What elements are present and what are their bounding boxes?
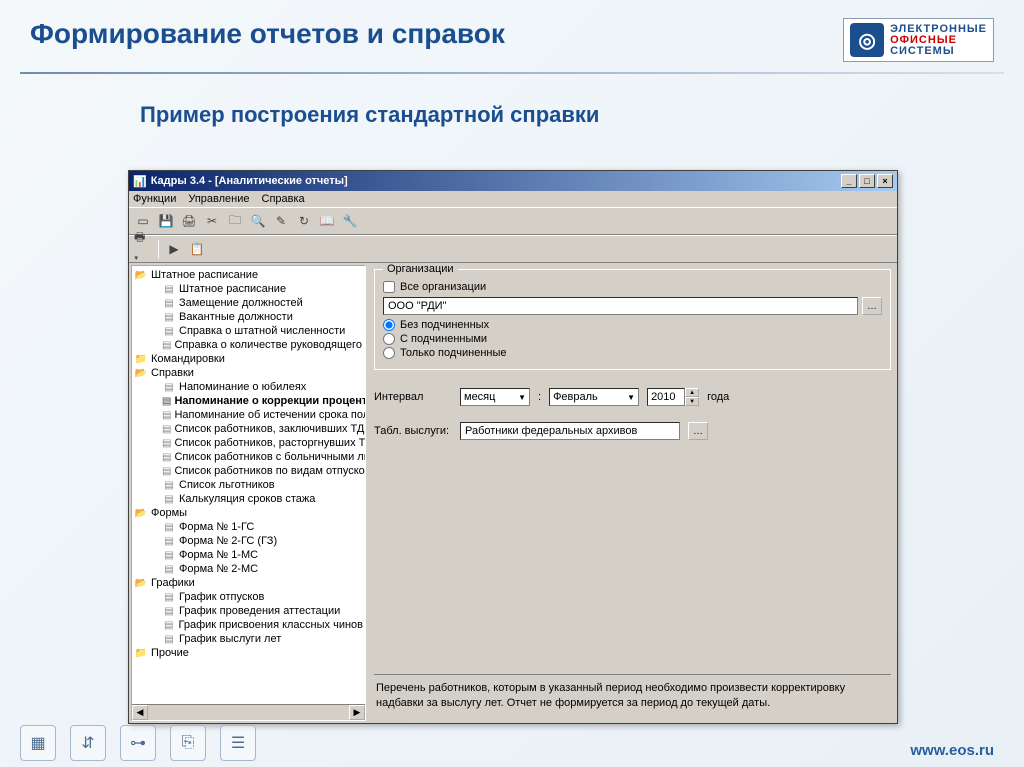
tree-item[interactable]: ▤Форма № 2-ГС (ГЗ) — [134, 534, 363, 548]
toolbar-main: ▭ 💾 🖨 ✂ 🗀 🔍 ✎ ↻ 📖 🔧 — [129, 207, 897, 235]
colon: : — [538, 391, 541, 403]
spin-down-icon[interactable]: ▼ — [685, 397, 699, 406]
month-select[interactable]: Февраль▼ — [549, 388, 639, 406]
logo-line2: ОФИСНЫЕ — [890, 35, 987, 46]
maximize-button[interactable]: □ — [859, 174, 875, 188]
tree-folder-forms[interactable]: 📂Формы — [134, 506, 363, 520]
tb-printer-icon[interactable]: 🖶 ▾ — [133, 239, 153, 259]
tb-run-icon[interactable]: ▶ — [164, 239, 184, 259]
tb-cut-icon[interactable]: ✂ — [202, 211, 222, 231]
organizations-group: Организации Все организации ООО "РДИ" … … — [374, 269, 891, 370]
scroll-left-icon[interactable]: ◀ — [132, 705, 148, 720]
tree-item[interactable]: ▤Калькуляция сроков стажа — [134, 492, 363, 506]
footer-icon-3: ⊶ — [120, 725, 156, 761]
tree-item[interactable]: ▤Форма № 2-МС — [134, 562, 363, 576]
tree-item[interactable]: ▤Список работников с больничными листа — [134, 450, 363, 464]
tb-folder-icon[interactable]: 🗀 — [225, 211, 245, 231]
header-divider — [20, 72, 1004, 74]
footer-icons: ▦ ⇵ ⊶ ⎘ ☰ — [20, 725, 256, 761]
footer-icon-2: ⇵ — [70, 725, 106, 761]
report-description: Перечень работников, которым в указанный… — [374, 674, 891, 717]
footer-icon-4: ⎘ — [170, 725, 206, 761]
radio-with-sub[interactable] — [383, 333, 395, 345]
tb-save-icon[interactable]: 💾 — [156, 211, 176, 231]
org-browse-button[interactable]: … — [862, 297, 882, 315]
tree-item[interactable]: ▤Список работников, заключивших ТД — [134, 422, 363, 436]
tb-refresh-icon[interactable]: ↻ — [294, 211, 314, 231]
tree-item[interactable]: ▤Штатное расписание — [134, 282, 363, 296]
tree-folder-charts[interactable]: 📂Графики — [134, 576, 363, 590]
footer-url: www.eos.ru — [910, 742, 994, 759]
tree-item[interactable]: ▤Список работников, расторгнувших ТД — [134, 436, 363, 450]
tb-tool-icon[interactable]: 🔧 — [340, 211, 360, 231]
tree-item[interactable]: ▤Список льготников — [134, 478, 363, 492]
footer-icon-5: ☰ — [220, 725, 256, 761]
app-window: 📊 Кадры 3.4 - [Аналитические отчеты] _ □… — [128, 170, 898, 724]
logo-line1: ЭЛЕКТРОННЫЕ — [890, 24, 987, 35]
tb-copy-icon[interactable]: 📋 — [187, 239, 207, 259]
menu-manage[interactable]: Управление — [188, 193, 249, 205]
tree-item-selected[interactable]: ▤Напоминание о коррекции процента — [134, 394, 363, 408]
tree-item[interactable]: ▤Форма № 1-МС — [134, 548, 363, 562]
menu-help[interactable]: Справка — [262, 193, 305, 205]
close-button[interactable]: × — [877, 174, 893, 188]
toolbar-secondary: 🖶 ▾ ▶ 📋 — [129, 235, 897, 263]
report-tree[interactable]: 📂Штатное расписание ▤Штатное расписание … — [131, 265, 366, 721]
all-orgs-label: Все организации — [400, 281, 486, 293]
tree-folder-other[interactable]: 📁Прочие — [134, 646, 363, 660]
tree-item[interactable]: ▤График проведения аттестации — [134, 604, 363, 618]
group-title: Организации — [383, 263, 458, 275]
toolbar-separator — [158, 240, 159, 258]
tree-item[interactable]: ▤График выслуги лет — [134, 632, 363, 646]
brand-logo: ◎ ЭЛЕКТРОННЫЕ ОФИСНЫЕ СИСТЕМЫ — [843, 18, 994, 62]
tree-item[interactable]: ▤График отпусков — [134, 590, 363, 604]
parameters-panel: Организации Все организации ООО "РДИ" … … — [368, 263, 897, 723]
tb-edit-icon[interactable]: ✎ — [271, 211, 291, 231]
slide-subtitle: Пример построения стандартной справки — [140, 102, 1024, 128]
menubar: Функции Управление Справка — [129, 191, 897, 207]
year-suffix: года — [707, 391, 729, 403]
year-spinner[interactable]: 2010 ▲▼ — [647, 388, 699, 406]
minimize-button[interactable]: _ — [841, 174, 857, 188]
tree-item[interactable]: ▤График присвоения классных чинов — [134, 618, 363, 632]
tree-item[interactable]: ▤Справка о количестве руководящего сос — [134, 338, 363, 352]
interval-label: Интервал — [374, 391, 452, 403]
logo-line3: СИСТЕМЫ — [890, 46, 987, 57]
tree-hscrollbar[interactable]: ◀ ▶ — [132, 704, 365, 720]
tree-item[interactable]: ▤Вакантные должности — [134, 310, 363, 324]
tree-folder-staffing[interactable]: 📂Штатное расписание — [134, 268, 363, 282]
tb-print-icon[interactable]: 🖨 — [179, 211, 199, 231]
tree-folder-trips[interactable]: 📁Командировки — [134, 352, 363, 366]
slide-title: Формирование отчетов и справок — [30, 18, 505, 50]
radio-only-label: Только подчиненные — [400, 347, 507, 359]
tree-folder-refs[interactable]: 📂Справки — [134, 366, 363, 380]
tb-book-icon[interactable]: 📖 — [317, 211, 337, 231]
radio-only-sub[interactable] — [383, 347, 395, 359]
menu-functions[interactable]: Функции — [133, 193, 176, 205]
scroll-right-icon[interactable]: ▶ — [349, 705, 365, 720]
logo-icon: ◎ — [850, 23, 884, 57]
tree-item[interactable]: ▤Справка о штатной численности — [134, 324, 363, 338]
tree-item[interactable]: ▤Замещение должностей — [134, 296, 363, 310]
org-input[interactable]: ООО "РДИ" — [383, 297, 858, 315]
interval-unit-select[interactable]: месяц▼ — [460, 388, 530, 406]
seniority-table-input[interactable]: Работники федеральных архивов — [460, 422, 680, 440]
table-label: Табл. выслуги: — [374, 425, 452, 437]
table-browse-button[interactable]: … — [688, 422, 708, 440]
tb-search-icon[interactable]: 🔍 — [248, 211, 268, 231]
window-title: Кадры 3.4 - [Аналитические отчеты] — [151, 175, 348, 187]
tree-item[interactable]: ▤Напоминание об истечении срока полном — [134, 408, 363, 422]
footer-icon-1: ▦ — [20, 725, 56, 761]
tree-item[interactable]: ▤Напоминание о юбилеях — [134, 380, 363, 394]
app-icon: 📊 — [133, 175, 147, 188]
all-orgs-checkbox[interactable] — [383, 281, 395, 293]
tree-item[interactable]: ▤Список работников по видам отпусков — [134, 464, 363, 478]
radio-with-label: С подчиненными — [400, 333, 487, 345]
radio-without-sub[interactable] — [383, 319, 395, 331]
titlebar[interactable]: 📊 Кадры 3.4 - [Аналитические отчеты] _ □… — [129, 171, 897, 191]
tree-item[interactable]: ▤Форма № 1-ГС — [134, 520, 363, 534]
spin-up-icon[interactable]: ▲ — [685, 388, 699, 397]
radio-without-label: Без подчиненных — [400, 319, 489, 331]
